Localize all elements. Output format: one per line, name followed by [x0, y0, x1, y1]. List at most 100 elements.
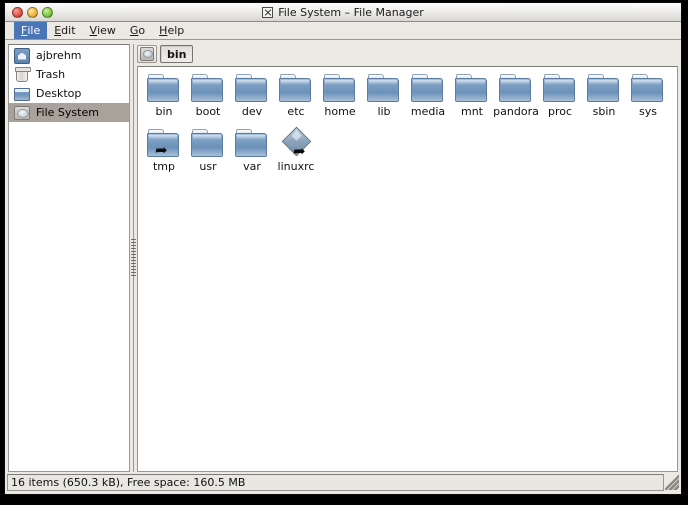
folder-icon [367, 74, 401, 103]
sidebar-item-label: ajbrehm [36, 49, 82, 62]
folder-body [367, 78, 399, 102]
sidebar-item-desktop[interactable]: Desktop [9, 84, 129, 103]
close-button[interactable] [12, 6, 23, 18]
folder-body [323, 78, 355, 102]
sidebar-item-label: Desktop [36, 87, 82, 100]
file-item-boot[interactable]: boot [186, 74, 230, 129]
file-item-sbin[interactable]: sbin [582, 74, 626, 129]
menu-help[interactable]: Help [152, 22, 191, 39]
file-item-label: mnt [461, 105, 483, 118]
folder-icon [191, 74, 225, 103]
folder-body [587, 78, 619, 102]
resize-grip-icon[interactable] [665, 474, 679, 490]
file-item-label: etc [287, 105, 305, 118]
window-titlebar[interactable]: File System – File Manager [5, 3, 681, 22]
folder-icon [543, 74, 577, 103]
sidebar-item-trash[interactable]: Trash [9, 65, 129, 84]
trash-icon [15, 66, 31, 82]
drive-icon [140, 47, 154, 61]
file-item-home[interactable]: home [318, 74, 362, 129]
breadcrumb-label: bin [167, 47, 187, 61]
file-item-usr[interactable]: usr [186, 129, 230, 184]
file-item-label: linuxrc [277, 160, 315, 173]
menu-edit[interactable]: Edit [47, 22, 82, 39]
file-item-label: var [243, 160, 261, 173]
minimize-button[interactable] [27, 6, 38, 18]
folder-body [543, 78, 575, 102]
file-item-label: home [324, 105, 356, 118]
file-item-bin[interactable]: bin [142, 74, 186, 129]
file-manager-window: File System – File Manager File Edit Vie… [4, 2, 682, 495]
drive-icon [14, 106, 30, 120]
file-item-label: sys [639, 105, 657, 118]
file-item-media[interactable]: media [406, 74, 450, 129]
folder-body [455, 78, 487, 102]
file-item-label: dev [241, 105, 263, 118]
file-item-dev[interactable]: dev [230, 74, 274, 129]
folder-icon [191, 129, 225, 158]
window-controls [12, 6, 53, 18]
folder-icon [235, 129, 269, 158]
splitter-grip-icon[interactable] [131, 239, 136, 277]
symlink-diamond-icon: ➦ [279, 126, 313, 160]
folder-icon [235, 74, 269, 103]
breadcrumb-item-bin[interactable]: bin [160, 45, 194, 63]
file-item-etc[interactable]: etc [274, 74, 318, 129]
folder-icon [455, 74, 489, 103]
sidebar-splitter[interactable] [130, 44, 137, 472]
folder-icon [279, 74, 313, 103]
file-item-label: tmp [152, 160, 175, 173]
sidebar-item-ajbrehm[interactable]: ajbrehm [9, 46, 129, 65]
folder-body [411, 78, 443, 102]
file-item-label: media [410, 105, 446, 118]
file-item-mnt[interactable]: mnt [450, 74, 494, 129]
folder-icon [587, 74, 621, 103]
file-item-linuxrc[interactable]: ➦ linuxrc [274, 126, 318, 184]
breadcrumb: bin [137, 44, 678, 66]
folder-body [191, 78, 223, 102]
file-item-label: lib [377, 105, 391, 118]
folder-body [279, 78, 311, 102]
sidebar-item-label: File System [36, 106, 99, 119]
maximize-button[interactable] [42, 6, 53, 18]
folder-body [147, 78, 179, 102]
file-item-var[interactable]: var [230, 129, 274, 184]
places-sidebar: ajbrehm Trash Desktop File System [8, 44, 130, 472]
sidebar-item-label: Trash [36, 68, 66, 81]
window-x-icon [262, 6, 274, 18]
breadcrumb-root-button[interactable] [137, 45, 157, 63]
file-item-label: usr [199, 160, 217, 173]
status-text: 16 items (650.3 kB), Free space: 160.5 M… [11, 475, 246, 489]
file-item-label: boot [195, 105, 221, 118]
file-item-label: sbin [592, 105, 616, 118]
file-item-label: proc [547, 105, 573, 118]
menu-view[interactable]: View [83, 22, 123, 39]
menu-file[interactable]: File [14, 22, 48, 39]
symlink-arrow-icon: ➦ [155, 141, 168, 159]
browser-pane: bin bin boot dev etc home lib media mnt pandora p… [137, 44, 678, 472]
folder-icon [323, 74, 357, 103]
file-grid: bin boot dev etc home lib media mnt pandora proc s… [142, 74, 673, 184]
folder-body [235, 133, 267, 157]
file-item-pandora[interactable]: pandora [493, 74, 539, 129]
file-item-sys[interactable]: sys [626, 74, 670, 129]
folder-body [235, 78, 267, 102]
window-title-group: File System – File Manager [5, 3, 681, 21]
file-item-lib[interactable]: lib [362, 74, 406, 129]
folder-icon [631, 74, 665, 103]
folder-body [191, 133, 223, 157]
file-list-view[interactable]: bin boot dev etc home lib media mnt pandora proc s… [137, 66, 678, 472]
file-item-tmp[interactable]: ➦ tmp [142, 129, 186, 184]
folder-body [499, 78, 531, 102]
desktop-icon [14, 88, 30, 101]
sidebar-item-file-system[interactable]: File System [9, 103, 129, 122]
menu-go[interactable]: Go [123, 22, 152, 39]
menubar: File Edit View Go Help [5, 22, 681, 40]
home-icon [14, 47, 30, 64]
window-title: File System – File Manager [278, 5, 424, 19]
file-item-label: pandora [493, 105, 539, 118]
status-text-box: 16 items (650.3 kB), Free space: 160.5 M… [7, 473, 664, 491]
file-item-proc[interactable]: proc [538, 74, 582, 129]
symlink-arrow-icon: ➦ [293, 142, 306, 160]
statusbar: 16 items (650.3 kB), Free space: 160.5 M… [5, 472, 681, 494]
